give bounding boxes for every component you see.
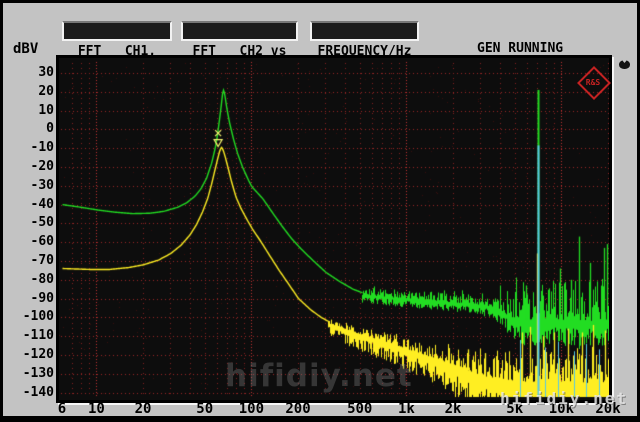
- y-tick-label: -90: [8, 291, 54, 306]
- y-tick-label: -40: [8, 197, 54, 212]
- y-tick-label: -110: [8, 328, 54, 343]
- y-tick-label: -60: [8, 234, 54, 249]
- y-tick-label: -140: [8, 385, 54, 400]
- y-tick-label: -130: [8, 366, 54, 381]
- y-axis-unit-label: dBV: [13, 41, 38, 57]
- x-tick-label: 2k: [431, 401, 475, 417]
- window-bottom-border: [0, 416, 640, 422]
- x-tick-label: 200: [276, 401, 320, 417]
- x-tick-label: 10: [74, 401, 118, 417]
- y-tick-label: 20: [8, 84, 54, 99]
- y-tick-label: 10: [8, 103, 54, 118]
- screen-indicator-icon: [619, 60, 630, 69]
- readout-box-frequency[interactable]: [310, 21, 419, 41]
- y-tick-label: -50: [8, 215, 54, 230]
- spectrum-plot-canvas: [59, 58, 609, 400]
- y-tick-label: -30: [8, 178, 54, 193]
- x-tick-label: 100: [229, 401, 273, 417]
- y-tick-label: 30: [8, 65, 54, 80]
- readout-box-ch2[interactable]: [181, 21, 298, 41]
- readout-box-ch1[interactable]: [62, 21, 172, 41]
- y-tick-label: -100: [8, 309, 54, 324]
- analyzer-screen: dBV FFT CH1, FFT CH2 vs FREQUENCY/Hz GEN…: [0, 0, 640, 422]
- watermark-corner: hifidiy.net: [500, 389, 628, 408]
- y-tick-label: -10: [8, 140, 54, 155]
- y-tick-label: -20: [8, 159, 54, 174]
- rohde-schwarz-logo-icon: R&S: [578, 67, 608, 97]
- x-tick-label: 50: [183, 401, 227, 417]
- x-tick-label: 1k: [384, 401, 428, 417]
- logo-text: R&S: [578, 78, 608, 87]
- y-tick-label: -120: [8, 347, 54, 362]
- watermark-center: hifidiy.net: [225, 358, 413, 394]
- x-tick-label: 500: [338, 401, 382, 417]
- x-tick-label: 20: [121, 401, 165, 417]
- y-tick-label: -70: [8, 253, 54, 268]
- y-tick-label: 0: [8, 121, 54, 136]
- y-tick-label: -80: [8, 272, 54, 287]
